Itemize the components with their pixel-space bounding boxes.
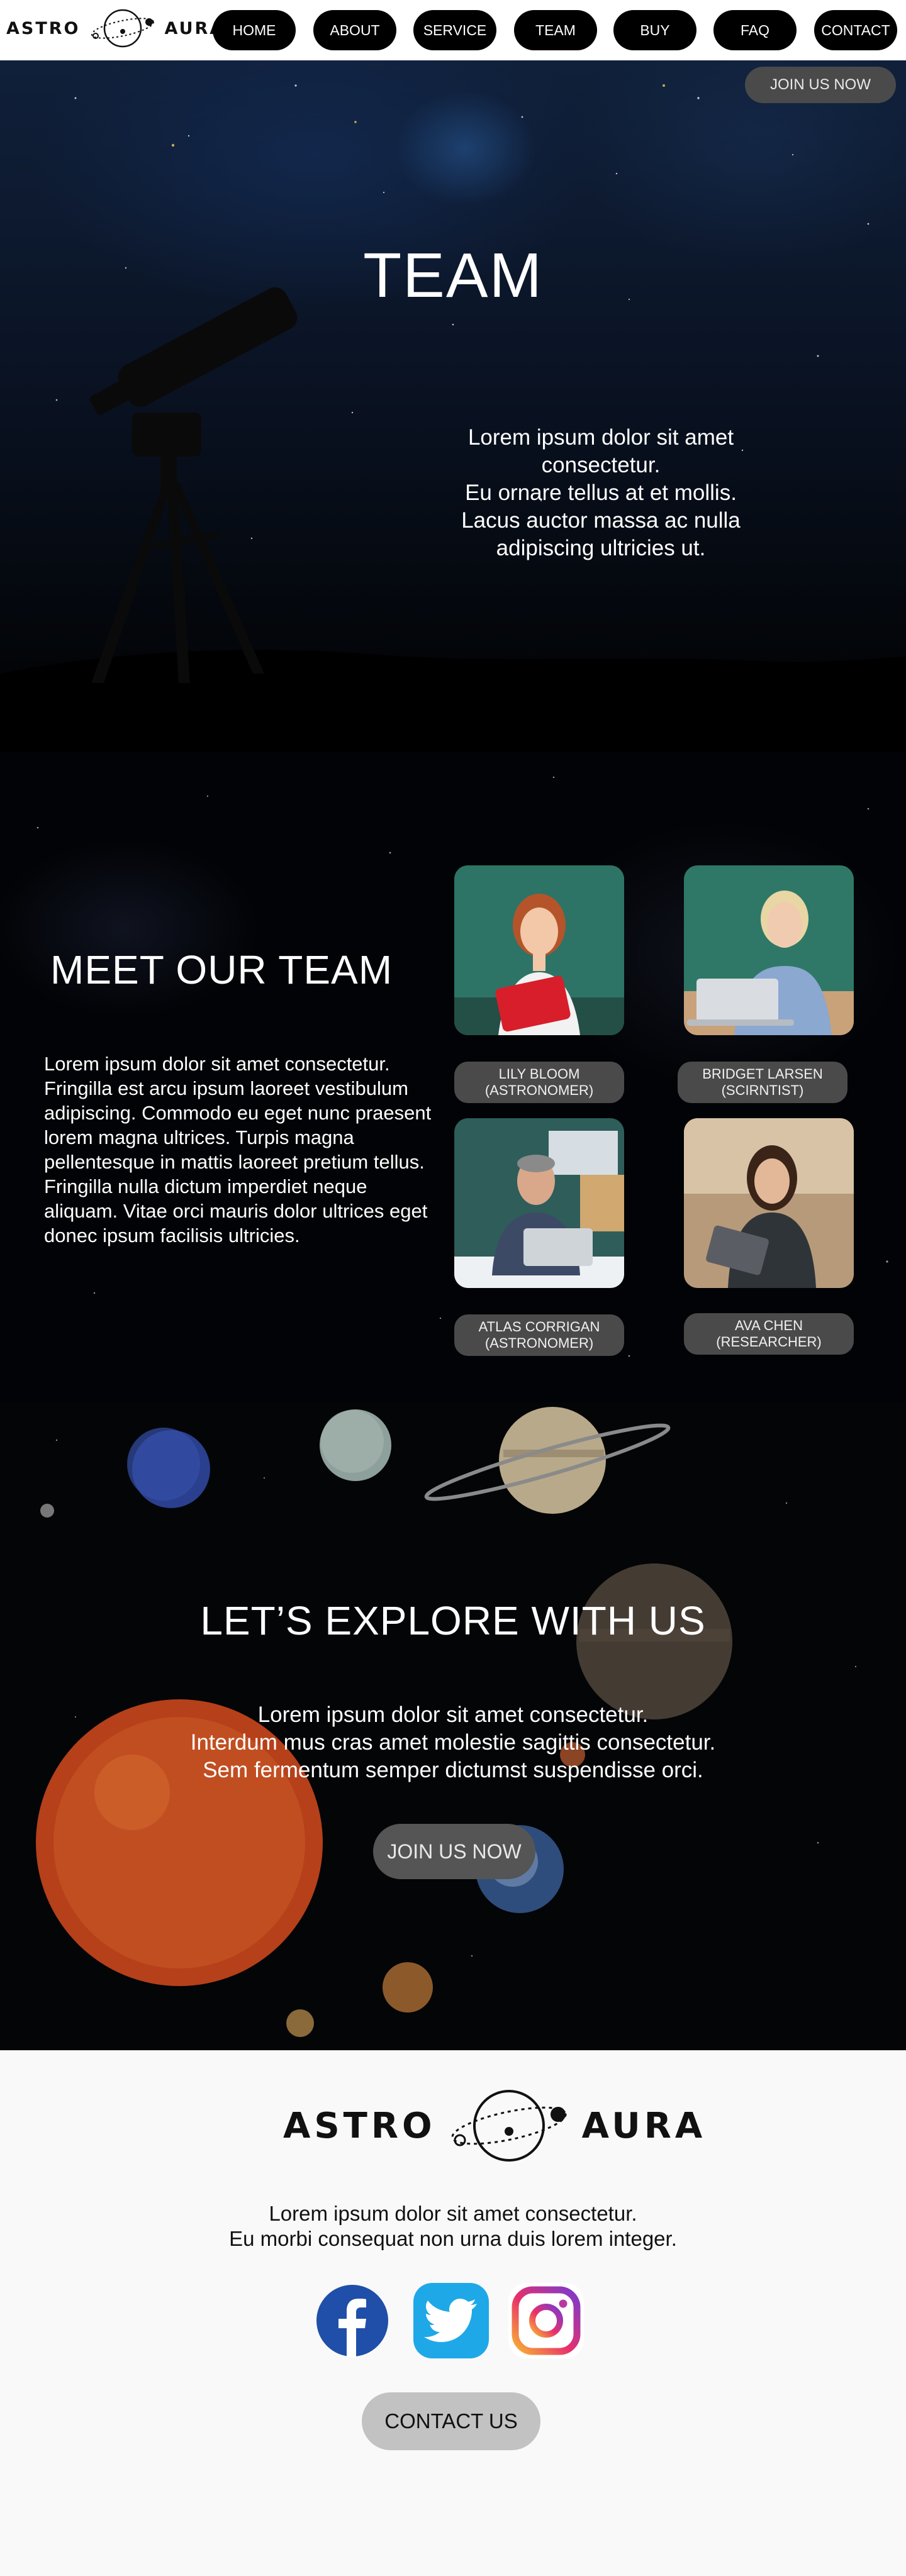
member-name: LILY BLOOM xyxy=(498,1066,580,1082)
footer: ASTRO AURA Lorem ipsum dolor sit amet co… xyxy=(0,2050,906,2576)
hero-line: consectetur. xyxy=(541,453,661,477)
twitter-icon xyxy=(424,2299,477,2342)
twitter-link[interactable] xyxy=(413,2283,489,2358)
hero-line: Lorem ipsum dolor sit amet xyxy=(467,425,734,450)
contact-us-button[interactable]: CONTACT US xyxy=(362,2392,540,2450)
hero-description: Lorem ipsum dolor sit amet consectetur. … xyxy=(403,424,799,562)
member-photo xyxy=(684,1118,854,1288)
member-portrait-image xyxy=(684,1118,854,1288)
nav-team[interactable]: TEAM xyxy=(514,10,597,50)
member-photo xyxy=(454,1118,624,1288)
hero-line: Lacus auctor massa ac nulla xyxy=(461,508,741,533)
footer-line: Eu morbi consequat non urna duis lorem i… xyxy=(229,2227,677,2250)
member-caption: BRIDGET LARSEN (SCIRNTIST) xyxy=(678,1062,847,1103)
member-role: (ASTRONOMER) xyxy=(484,1082,594,1098)
facebook-link[interactable] xyxy=(315,2283,390,2358)
orbit-logo-icon xyxy=(451,2090,567,2162)
nav-buy[interactable]: BUY xyxy=(613,10,696,50)
member-photo xyxy=(454,865,624,1035)
nav-contact[interactable]: CONTACT xyxy=(814,10,897,50)
member-role: (SCIRNTIST) xyxy=(721,1082,804,1098)
brand-word-left: ASTRO xyxy=(6,18,81,38)
explore-line: Interdum mus cras amet molestie sagittis… xyxy=(190,1730,716,1755)
member-photo xyxy=(684,865,854,1035)
member-name: AVA CHEN xyxy=(735,1318,803,1333)
member-role: (ASTRONOMER) xyxy=(484,1335,594,1351)
hero-section: TEAM Lorem ipsum dolor sit amet consecte… xyxy=(0,60,906,752)
footer-description: Lorem ipsum dolor sit amet consectetur. … xyxy=(0,2201,906,2251)
footer-brand-logo[interactable]: ASTRO AURA xyxy=(283,2085,706,2167)
instagram-icon xyxy=(512,2286,581,2355)
brand-word-left: ASTRO xyxy=(283,2105,436,2146)
member-caption: AVA CHEN (RESEARCHER) xyxy=(684,1313,854,1355)
explore-title: LET’S EXPLORE WITH US xyxy=(200,1598,706,1643)
nav-about[interactable]: ABOUT xyxy=(313,10,396,50)
nav-service[interactable]: SERVICE xyxy=(413,10,496,50)
hero-line: Eu ornare tellus at et mollis. xyxy=(465,480,737,505)
member-name: BRIDGET LARSEN xyxy=(702,1066,823,1082)
join-us-button[interactable]: JOIN US NOW xyxy=(373,1824,535,1879)
member-caption: LILY BLOOM (ASTRONOMER) xyxy=(454,1062,624,1103)
brand-logo[interactable]: ASTRO AURA xyxy=(6,6,225,50)
hero-title: TEAM xyxy=(363,240,543,311)
nav-home[interactable]: HOME xyxy=(213,10,296,50)
nav-faq[interactable]: FAQ xyxy=(713,10,797,50)
footer-line: Lorem ipsum dolor sit amet consectetur. xyxy=(269,2202,637,2225)
member-portrait-image xyxy=(684,865,854,1035)
member-portrait-image xyxy=(454,865,624,1035)
facebook-icon xyxy=(316,2285,388,2357)
instagram-link[interactable] xyxy=(508,2283,584,2358)
orbit-logo-icon xyxy=(91,9,154,48)
join-us-button-top[interactable]: JOIN US NOW xyxy=(745,67,896,103)
hero-background xyxy=(0,84,906,752)
member-role: (RESEARCHER) xyxy=(716,1334,822,1350)
member-name: ATLAS CORRIGAN xyxy=(478,1319,600,1335)
brand-word-right: AURA xyxy=(581,2105,707,2146)
explore-line: Sem fermentum semper dictumst suspendiss… xyxy=(203,1758,703,1782)
member-caption: ATLAS CORRIGAN (ASTRONOMER) xyxy=(454,1314,624,1356)
member-portrait-image xyxy=(454,1118,624,1288)
explore-line: Lorem ipsum dolor sit amet consectetur. xyxy=(257,1702,649,1727)
hero-line: adipiscing ultricies ut. xyxy=(496,536,706,560)
explore-description: Lorem ipsum dolor sit amet consectetur. … xyxy=(0,1701,906,1784)
team-description: Lorem ipsum dolor sit amet consectetur. … xyxy=(44,1053,432,1246)
top-nav: ASTRO AURA HOME ABOUT SERVICE TEAM BUY F… xyxy=(0,0,906,60)
team-title: MEET OUR TEAM xyxy=(50,947,393,992)
